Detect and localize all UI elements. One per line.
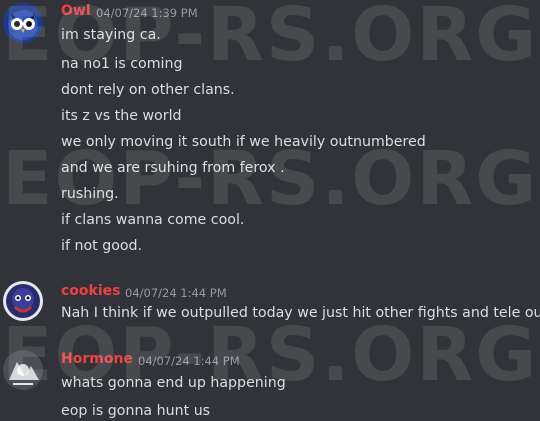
message-text: and we are rsuhing from ferox . xyxy=(61,160,285,176)
hormone-avatar-icon[interactable] xyxy=(3,350,43,390)
message-text: we only moving it south if we heavily ou… xyxy=(61,134,426,150)
message-text: rushing. xyxy=(61,186,119,202)
message-text: if clans wanna come cool. xyxy=(61,212,245,228)
message-timestamp: 04/07/24 1:44 PM xyxy=(138,354,240,368)
message-text: Nah I think if we outpulled today we jus… xyxy=(61,305,540,321)
message-author[interactable]: Owl xyxy=(61,3,91,19)
message-timestamp: 04/07/24 1:39 PM xyxy=(96,6,198,20)
message-text: whats gonna end up happening xyxy=(61,375,286,391)
message-text: im staying ca. xyxy=(61,27,161,43)
message-author[interactable]: cookies xyxy=(61,283,120,299)
message-author[interactable]: Hormone xyxy=(61,351,133,367)
message-text: dont rely on other clans. xyxy=(61,82,235,98)
message-text: its z vs the world xyxy=(61,108,182,124)
message-text: eop is gonna hunt us xyxy=(61,403,211,419)
message-text: if not good. xyxy=(61,238,143,254)
cookies-avatar-icon[interactable] xyxy=(3,281,43,321)
message-text: na no1 is coming xyxy=(61,56,183,72)
chat-message-list: Owl 04/07/24 1:39 PM im staying ca. na n… xyxy=(0,0,540,421)
owl-avatar-icon[interactable] xyxy=(3,3,43,43)
message-timestamp: 04/07/24 1:44 PM xyxy=(125,286,227,300)
